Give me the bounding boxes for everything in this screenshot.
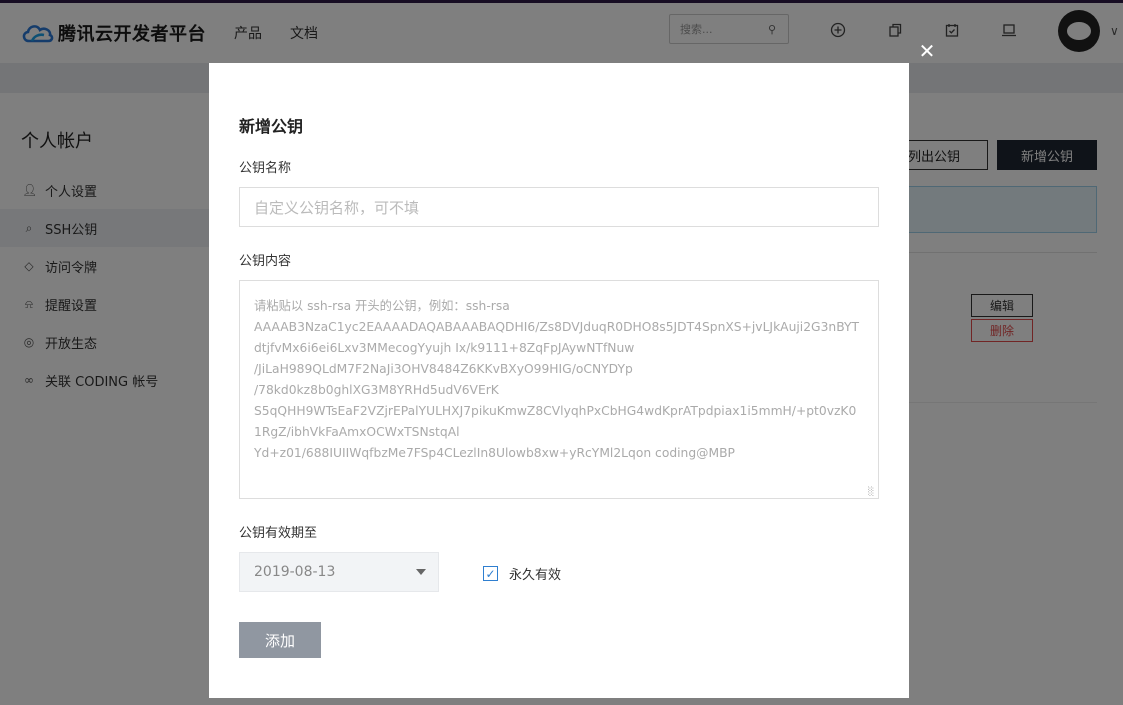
key-name-placeholder: 自定义公钥名称，可不填 [254, 198, 420, 217]
checkmark-icon: ✓ [485, 566, 496, 581]
key-content-label: 公钥内容 [239, 254, 292, 269]
add-submit-button[interactable]: 添加 [239, 622, 321, 658]
close-icon[interactable]: ✕ [918, 40, 936, 62]
forever-checkbox[interactable]: ✓ [483, 566, 498, 581]
caret-down-icon [416, 569, 426, 575]
key-name-input[interactable]: 自定义公钥名称，可不填 [239, 187, 879, 227]
dialog-title: 新增公钥 [239, 117, 304, 136]
resize-handle-icon[interactable]: ░ [868, 488, 876, 496]
key-name-label: 公钥名称 [239, 161, 292, 176]
key-content-placeholder: 请粘贴以 ssh-rsa 开头的公钥，例如：ssh-rsa AAAAB3NzaC… [254, 299, 859, 460]
forever-checkbox-label[interactable]: 永久有效 [509, 564, 561, 583]
key-content-textarea[interactable]: 请粘贴以 ssh-rsa 开头的公钥，例如：ssh-rsa AAAAB3NzaC… [239, 280, 879, 499]
add-key-dialog: 新增公钥 公钥名称 自定义公钥名称，可不填 公钥内容 请粘贴以 ssh-rsa … [209, 63, 909, 698]
expiry-date-value: 2019-08-13 [254, 564, 336, 580]
expiry-label: 公钥有效期至 [239, 526, 318, 541]
expiry-date-select[interactable]: 2019-08-13 [239, 552, 439, 592]
